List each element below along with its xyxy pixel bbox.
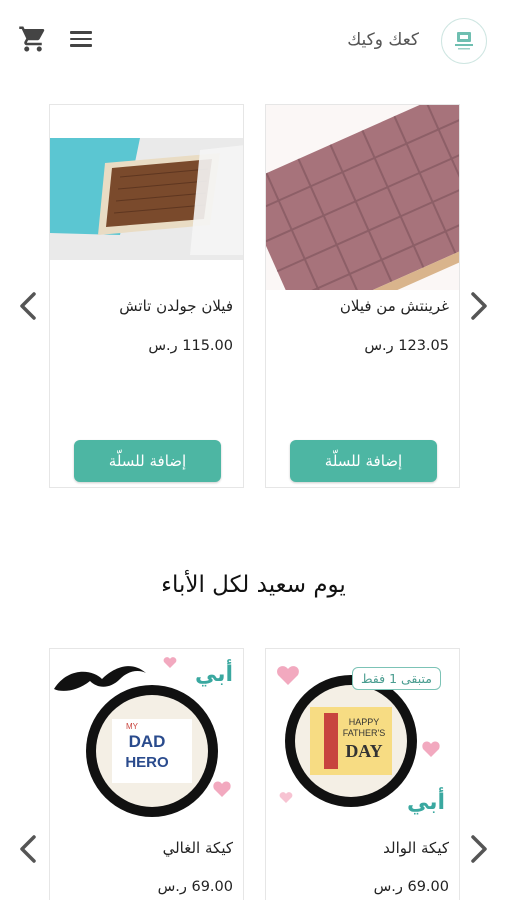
chevron-left-icon (20, 292, 36, 320)
app-header: كعك وكيك (0, 0, 507, 84)
cake-text: MY (126, 722, 139, 731)
section-title: يوم سعيد لكل الأباء (161, 572, 346, 598)
carousel2-prev-button[interactable] (16, 831, 40, 867)
product-name[interactable]: كيكة الغالي (58, 839, 233, 857)
image-word: أبي (195, 658, 233, 687)
hamburger-menu-icon (68, 31, 94, 47)
product-card[interactable]: HAPPY FATHER'S DAY أبي متبقى 1 فقط كيكة … (265, 648, 460, 900)
brand-name[interactable]: كعك وكيك (347, 30, 419, 50)
carousel1-next-button[interactable] (467, 288, 491, 324)
product-price: 69.00 ر.س (373, 879, 449, 895)
product-name[interactable]: غرينتش من فيلان (274, 297, 449, 315)
chevron-right-icon (471, 292, 487, 320)
cake-text: HERO (125, 754, 169, 771)
carousel1-prev-button[interactable] (16, 288, 40, 324)
chevron-left-icon (20, 835, 36, 863)
add-to-cart-button[interactable]: إضافة للسلّة (74, 440, 221, 482)
cake-text: DAD (129, 732, 166, 751)
stock-badge: متبقى 1 فقط (351, 667, 441, 690)
product-image[interactable]: MY DAD HERO أبي (50, 649, 243, 834)
product-price: 123.05 ر.س (364, 338, 449, 354)
carousel2-next-button[interactable] (467, 831, 491, 867)
cake-text: DAY (345, 741, 382, 761)
image-word: أبي (407, 786, 445, 815)
chevron-right-icon (471, 835, 487, 863)
product-name[interactable]: كيكة الوالد (274, 839, 449, 857)
cake-text: FATHER'S (343, 728, 386, 738)
cake-text: HAPPY (349, 717, 380, 727)
product-price: 115.00 ر.س (148, 338, 233, 354)
shopping-cart-icon (19, 26, 45, 52)
menu-button[interactable] (68, 28, 94, 50)
product-card[interactable]: فيلان جولدن تاتش 115.00 ر.س إضافة للسلّة (49, 104, 244, 488)
cart-button[interactable] (18, 24, 48, 54)
product-price: 69.00 ر.س (157, 879, 233, 895)
product-card[interactable]: MY DAD HERO أبي كيكة الغالي 69.00 ر.س (49, 648, 244, 900)
product-image[interactable] (266, 105, 459, 290)
brand-logo[interactable] (441, 18, 487, 64)
product-card[interactable]: غرينتش من فيلان 123.05 ر.س إضافة للسلّة (265, 104, 460, 488)
product-name[interactable]: فيلان جولدن تاتش (58, 297, 233, 315)
add-to-cart-button[interactable]: إضافة للسلّة (290, 440, 437, 482)
product-image[interactable] (50, 105, 243, 290)
logo-icon (455, 32, 473, 50)
